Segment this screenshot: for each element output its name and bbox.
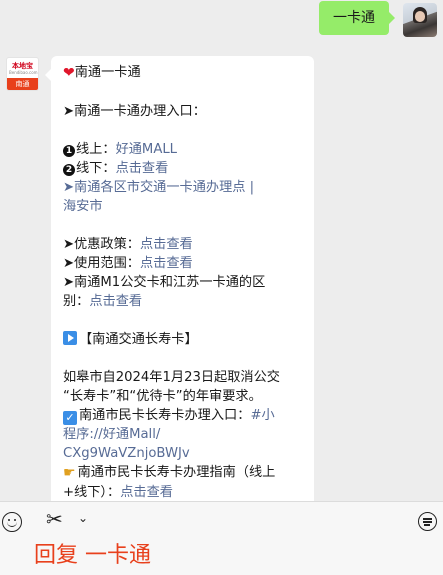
pointing-hand-icon: ☛ bbox=[63, 465, 76, 481]
play-button-icon bbox=[63, 331, 77, 345]
offline-link[interactable]: 点击查看 bbox=[116, 161, 169, 176]
difference-line-2: 别：点击查看 bbox=[63, 292, 305, 311]
difference-label: 别： bbox=[63, 294, 90, 309]
civic-card-entry-line-1: ✓ 南通市民卡长寿卡办理入口：#小 bbox=[63, 406, 305, 425]
outgoing-message-text: 一卡通 bbox=[333, 10, 375, 26]
discount-policy-link[interactable]: 点击查看 bbox=[140, 237, 193, 252]
difference-link[interactable]: 点击查看 bbox=[89, 294, 142, 309]
reply-hint-text: 回复 一卡通 bbox=[34, 543, 151, 568]
difference-line-1: ➤南通M1公交卡和江苏一卡通的区 bbox=[63, 275, 266, 290]
offline-line: 2 线下：点击查看 bbox=[63, 159, 305, 178]
entry-heading: ➤南通一卡通办理入口： bbox=[63, 104, 206, 119]
checkmark-icon: ✓ bbox=[63, 411, 77, 425]
civic-card-guide-line-1: ☛ 南通市民卡长寿卡办理指南（线上 bbox=[63, 463, 305, 483]
chat-area: 一卡通 本地宝 Bendibao.com 南通 ❤南通一卡通 ➤南通一卡通办理入… bbox=[0, 0, 443, 501]
online-link[interactable]: 好通MALL bbox=[116, 142, 177, 157]
chevron-down-icon[interactable]: ⌄ bbox=[78, 512, 88, 524]
number-one-icon: 1 bbox=[63, 145, 75, 157]
rugao-notice-line-2: “长寿卡”和“优待卡”的年审要求。 bbox=[63, 389, 262, 404]
message-title: 南通一卡通 bbox=[74, 65, 141, 80]
avatar-brand-subtext: Bendibao.com bbox=[9, 70, 38, 75]
message-content: ❤南通一卡通 ➤南通一卡通办理入口： 1 线上：好通MALL 2 线下：点击查看 ➤… bbox=[63, 63, 305, 501]
civic-card-guide-label: 南通市民卡长寿卡办理指南（线上 bbox=[77, 465, 276, 480]
online-line: 1 线上：好通MALL bbox=[63, 140, 305, 159]
incoming-message-bubble: ❤南通一卡通 ➤南通一卡通办理入口： 1 线上：好通MALL 2 线下：点击查看 ➤… bbox=[45, 56, 314, 501]
mini-program-link-line-2[interactable]: 程序://好通Mall/ bbox=[63, 425, 305, 444]
longevity-card-title: 【南通交通长寿卡】 bbox=[79, 332, 198, 347]
district-points-link[interactable]: ➤南通各区市交通一卡通办理点 | bbox=[63, 178, 305, 197]
avatar-city-label: 南通 bbox=[7, 78, 38, 90]
civic-card-guide-link[interactable]: 点击查看 bbox=[120, 485, 173, 500]
scissors-icon[interactable]: ✂ bbox=[46, 509, 63, 529]
message-title-line: ❤南通一卡通 bbox=[63, 63, 305, 83]
longevity-card-title-line: 【南通交通长寿卡】 bbox=[63, 330, 305, 349]
heart-icon: ❤ bbox=[63, 65, 75, 81]
rugao-notice-line-1: 如皋市自2024年1月23日起取消公交 bbox=[63, 370, 280, 385]
discount-policy-label: ➤优惠政策： bbox=[63, 237, 140, 252]
user-avatar[interactable] bbox=[403, 3, 437, 37]
bottom-toolbar: ✂ ⌄ 回复 一卡通 bbox=[0, 501, 443, 575]
number-two-icon: 2 bbox=[63, 164, 75, 176]
mini-program-link[interactable]: #小 bbox=[250, 408, 274, 423]
official-account-avatar[interactable]: 本地宝 Bendibao.com 南通 bbox=[6, 57, 39, 91]
usage-scope-line: ➤使用范围：点击查看 bbox=[63, 254, 305, 273]
usage-scope-label: ➤使用范围： bbox=[63, 256, 140, 271]
haian-link[interactable]: 海安市 bbox=[63, 197, 305, 216]
usage-scope-link[interactable]: 点击查看 bbox=[140, 256, 193, 271]
offline-label: 线下： bbox=[76, 161, 116, 176]
emoji-icon[interactable] bbox=[2, 512, 22, 532]
civic-card-entry-label: 南通市民卡长寿卡办理入口： bbox=[79, 408, 251, 423]
outgoing-message-bubble[interactable]: 一卡通 bbox=[319, 1, 395, 35]
mini-program-link-line-3[interactable]: CXg9WaVZnjoBWJv bbox=[63, 444, 305, 463]
online-label: 线上： bbox=[76, 142, 116, 157]
keyboard-icon[interactable] bbox=[418, 512, 437, 531]
civic-card-guide-line-2: +线下）：点击查看 bbox=[63, 483, 305, 501]
civic-card-guide-label-2: +线下）： bbox=[63, 485, 121, 500]
discount-policy-line: ➤优惠政策：点击查看 bbox=[63, 235, 305, 254]
